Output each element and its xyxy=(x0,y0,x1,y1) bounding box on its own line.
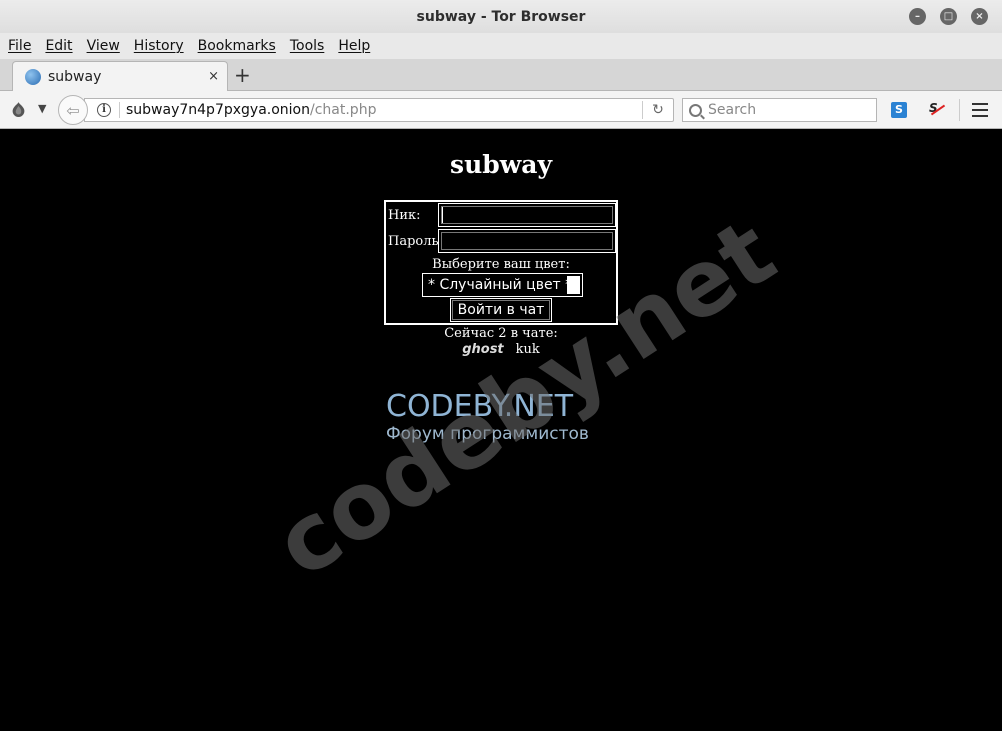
tab-subway[interactable]: subway × xyxy=(12,61,228,91)
chevron-down-icon[interactable]: ▼ xyxy=(38,102,46,115)
new-tab-button[interactable]: + xyxy=(234,63,251,87)
color-label: Выберите ваш цвет: xyxy=(432,257,570,272)
password-label: Пароль: xyxy=(388,234,443,249)
login-form: Ник: Пароль: Выберите ваш цвет: * Случай… xyxy=(384,200,618,325)
tor-onion-icon[interactable] xyxy=(10,101,27,118)
url-path: /chat.php xyxy=(310,102,377,118)
online-users-list: ghost kuk xyxy=(0,342,1002,357)
url-text[interactable]: subway7n4p7pxgya.onion/chat.php xyxy=(126,102,642,118)
password-input[interactable] xyxy=(438,229,616,253)
tab-strip: subway × + xyxy=(0,59,1002,91)
navigation-toolbar: ▼ ⇦ i subway7n4p7pxgya.onion/chat.php ↻ … xyxy=(0,91,1002,129)
online-status: Сейчас 2 в чате: xyxy=(444,326,558,341)
menu-edit[interactable]: Edit xyxy=(45,38,72,54)
reload-icon[interactable]: ↻ xyxy=(643,102,673,118)
menu-help[interactable]: Help xyxy=(338,38,370,54)
https-everywhere-icon[interactable]: S xyxy=(891,102,907,118)
password-input-inner xyxy=(441,232,613,250)
close-window-icon[interactable]: × xyxy=(971,8,988,25)
back-arrow-icon: ⇦ xyxy=(66,100,80,120)
nick-input-inner xyxy=(441,206,613,224)
maximize-icon[interactable]: □ xyxy=(940,8,957,25)
hamburger-menu-icon[interactable] xyxy=(972,103,988,117)
url-separator xyxy=(119,102,120,118)
menu-file[interactable]: File xyxy=(8,38,31,54)
color-select-value: * Случайный цвет * xyxy=(428,277,573,293)
page-title: subway xyxy=(450,150,552,179)
info-icon[interactable]: i xyxy=(97,103,111,117)
logo-main-text: CODEBY.NET xyxy=(386,389,574,424)
window-controls: – □ × xyxy=(909,8,988,25)
search-placeholder: Search xyxy=(708,102,757,118)
globe-icon xyxy=(25,68,41,85)
menu-bookmarks[interactable]: Bookmarks xyxy=(198,38,276,54)
toolbar-separator xyxy=(959,99,960,121)
search-icon xyxy=(689,103,702,117)
user-ghost: ghost xyxy=(462,342,504,357)
nick-label: Ник: xyxy=(388,208,421,223)
page-content: subway Ник: Пароль: Выберите ваш цвет: *… xyxy=(0,130,1002,731)
close-tab-icon[interactable]: × xyxy=(208,69,219,84)
noscript-icon[interactable]: S xyxy=(929,101,947,119)
menu-tools[interactable]: Tools xyxy=(290,38,325,54)
url-host: subway7n4p7pxgya.onion xyxy=(126,102,310,118)
address-bar[interactable]: i subway7n4p7pxgya.onion/chat.php ↻ xyxy=(84,98,674,122)
back-button[interactable]: ⇦ xyxy=(58,95,88,125)
color-select[interactable]: * Случайный цвет * xyxy=(422,273,583,297)
enter-chat-button[interactable]: Войти в чат xyxy=(450,298,552,322)
window-title: subway - Tor Browser xyxy=(416,8,586,25)
menu-history[interactable]: History xyxy=(134,38,184,54)
tab-title: subway xyxy=(48,68,102,85)
text-caret xyxy=(442,207,443,223)
search-input[interactable]: Search xyxy=(682,98,877,122)
minimize-icon[interactable]: – xyxy=(909,8,926,25)
user-kuk: kuk xyxy=(515,342,540,357)
menu-view[interactable]: View xyxy=(87,38,120,54)
codeby-logo: CODEBY.NET Форум программистов xyxy=(386,389,589,445)
nick-input[interactable] xyxy=(438,203,616,227)
window-titlebar: subway - Tor Browser – □ × xyxy=(0,0,1002,33)
dropdown-arrow-icon xyxy=(567,276,580,294)
menubar: File Edit View History Bookmarks Tools H… xyxy=(0,33,1002,59)
logo-sub-text: Форум программистов xyxy=(386,424,589,444)
